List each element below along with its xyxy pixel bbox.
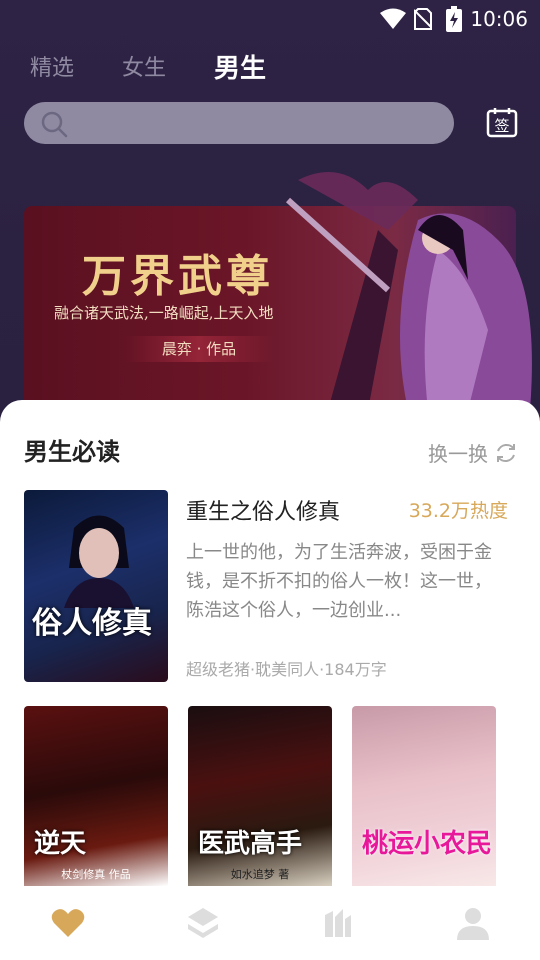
featured-book[interactable]: 俗人修真 重生之俗人修真 33.2万热度 上一世的他，为了生活奔波，受困于金钱，… [24, 490, 516, 682]
banner-title: 万界武尊 [82, 251, 274, 302]
refresh-label: 换一换 [428, 442, 488, 466]
book-grid: 逆天 杖剑修真 作品 医武高手 如水追梦 著 桃运小农民 [24, 706, 516, 886]
cover-title: 桃运小农民 [362, 829, 493, 859]
book-card[interactable]: 逆天 杖剑修真 作品 [24, 706, 168, 886]
header-area: 10:06 精选 女生 男生 签 万界武尊 融合诸天武法,一路崛起,上天入地 晨… [0, 0, 540, 440]
checkin-calendar-icon[interactable]: 签 [486, 106, 518, 138]
book-heat: 33.2万热度 [408, 500, 508, 522]
cover-title: 俗人修真 [32, 606, 152, 641]
banner-author: 晨弈 · 作品 [124, 336, 274, 362]
cover-character-art [64, 515, 134, 608]
category-tabs: 精选 女生 男生 [30, 52, 314, 88]
heart-icon [51, 909, 84, 937]
bottom-navigation [0, 886, 540, 960]
book-cover[interactable]: 俗人修真 [24, 490, 168, 682]
search-bar[interactable] [24, 102, 454, 144]
nav-category[interactable] [135, 886, 270, 960]
clock: 10:06 [470, 7, 528, 31]
cover-author: 如水追梦 著 [230, 868, 290, 881]
refresh-button[interactable]: 换一换 [428, 438, 518, 467]
tab-male[interactable]: 男生 [214, 52, 266, 88]
checkin-label: 签 [494, 117, 509, 135]
book-card[interactable]: 医武高手 如水追梦 著 [188, 706, 332, 886]
section-title: 男生必读 [24, 438, 120, 466]
refresh-icon [497, 443, 515, 462]
banner-character-illustration [285, 172, 532, 410]
cover-title: 医武高手 [198, 829, 303, 859]
cover-author: 杖剑修真 作品 [61, 868, 131, 881]
library-icon [324, 909, 351, 937]
book-title[interactable]: 重生之俗人修真 [186, 494, 340, 526]
profile-icon [456, 908, 489, 940]
no-sim-icon [414, 8, 432, 30]
book-description: 上一世的他，为了生活奔波，受困于金钱，是不折不扣的俗人一枚！这一世，陈浩这个俗人… [186, 542, 492, 621]
nav-profile[interactable] [405, 886, 540, 960]
wifi-icon [380, 8, 406, 29]
nav-home[interactable] [0, 886, 135, 960]
tab-female[interactable]: 女生 [122, 52, 166, 88]
cover-title: 逆天 [34, 829, 87, 859]
tab-featured[interactable]: 精选 [30, 52, 74, 88]
battery-charging-icon [446, 6, 462, 32]
nav-library[interactable] [270, 886, 405, 960]
book-card[interactable]: 桃运小农民 [352, 706, 496, 886]
layers-icon [187, 908, 218, 938]
status-bar: 10:06 [0, 0, 540, 38]
search-icon [41, 111, 68, 138]
banner-subtitle: 融合诸天武法,一路崛起,上天入地 [54, 304, 274, 322]
content-sheet: 男生必读 换一换 俗人修真 重生之俗人修真 33.2万热度 上一世的他，为了生活… [0, 400, 540, 960]
book-meta: 超级老猪·耽美同人·184万字 [186, 660, 387, 679]
